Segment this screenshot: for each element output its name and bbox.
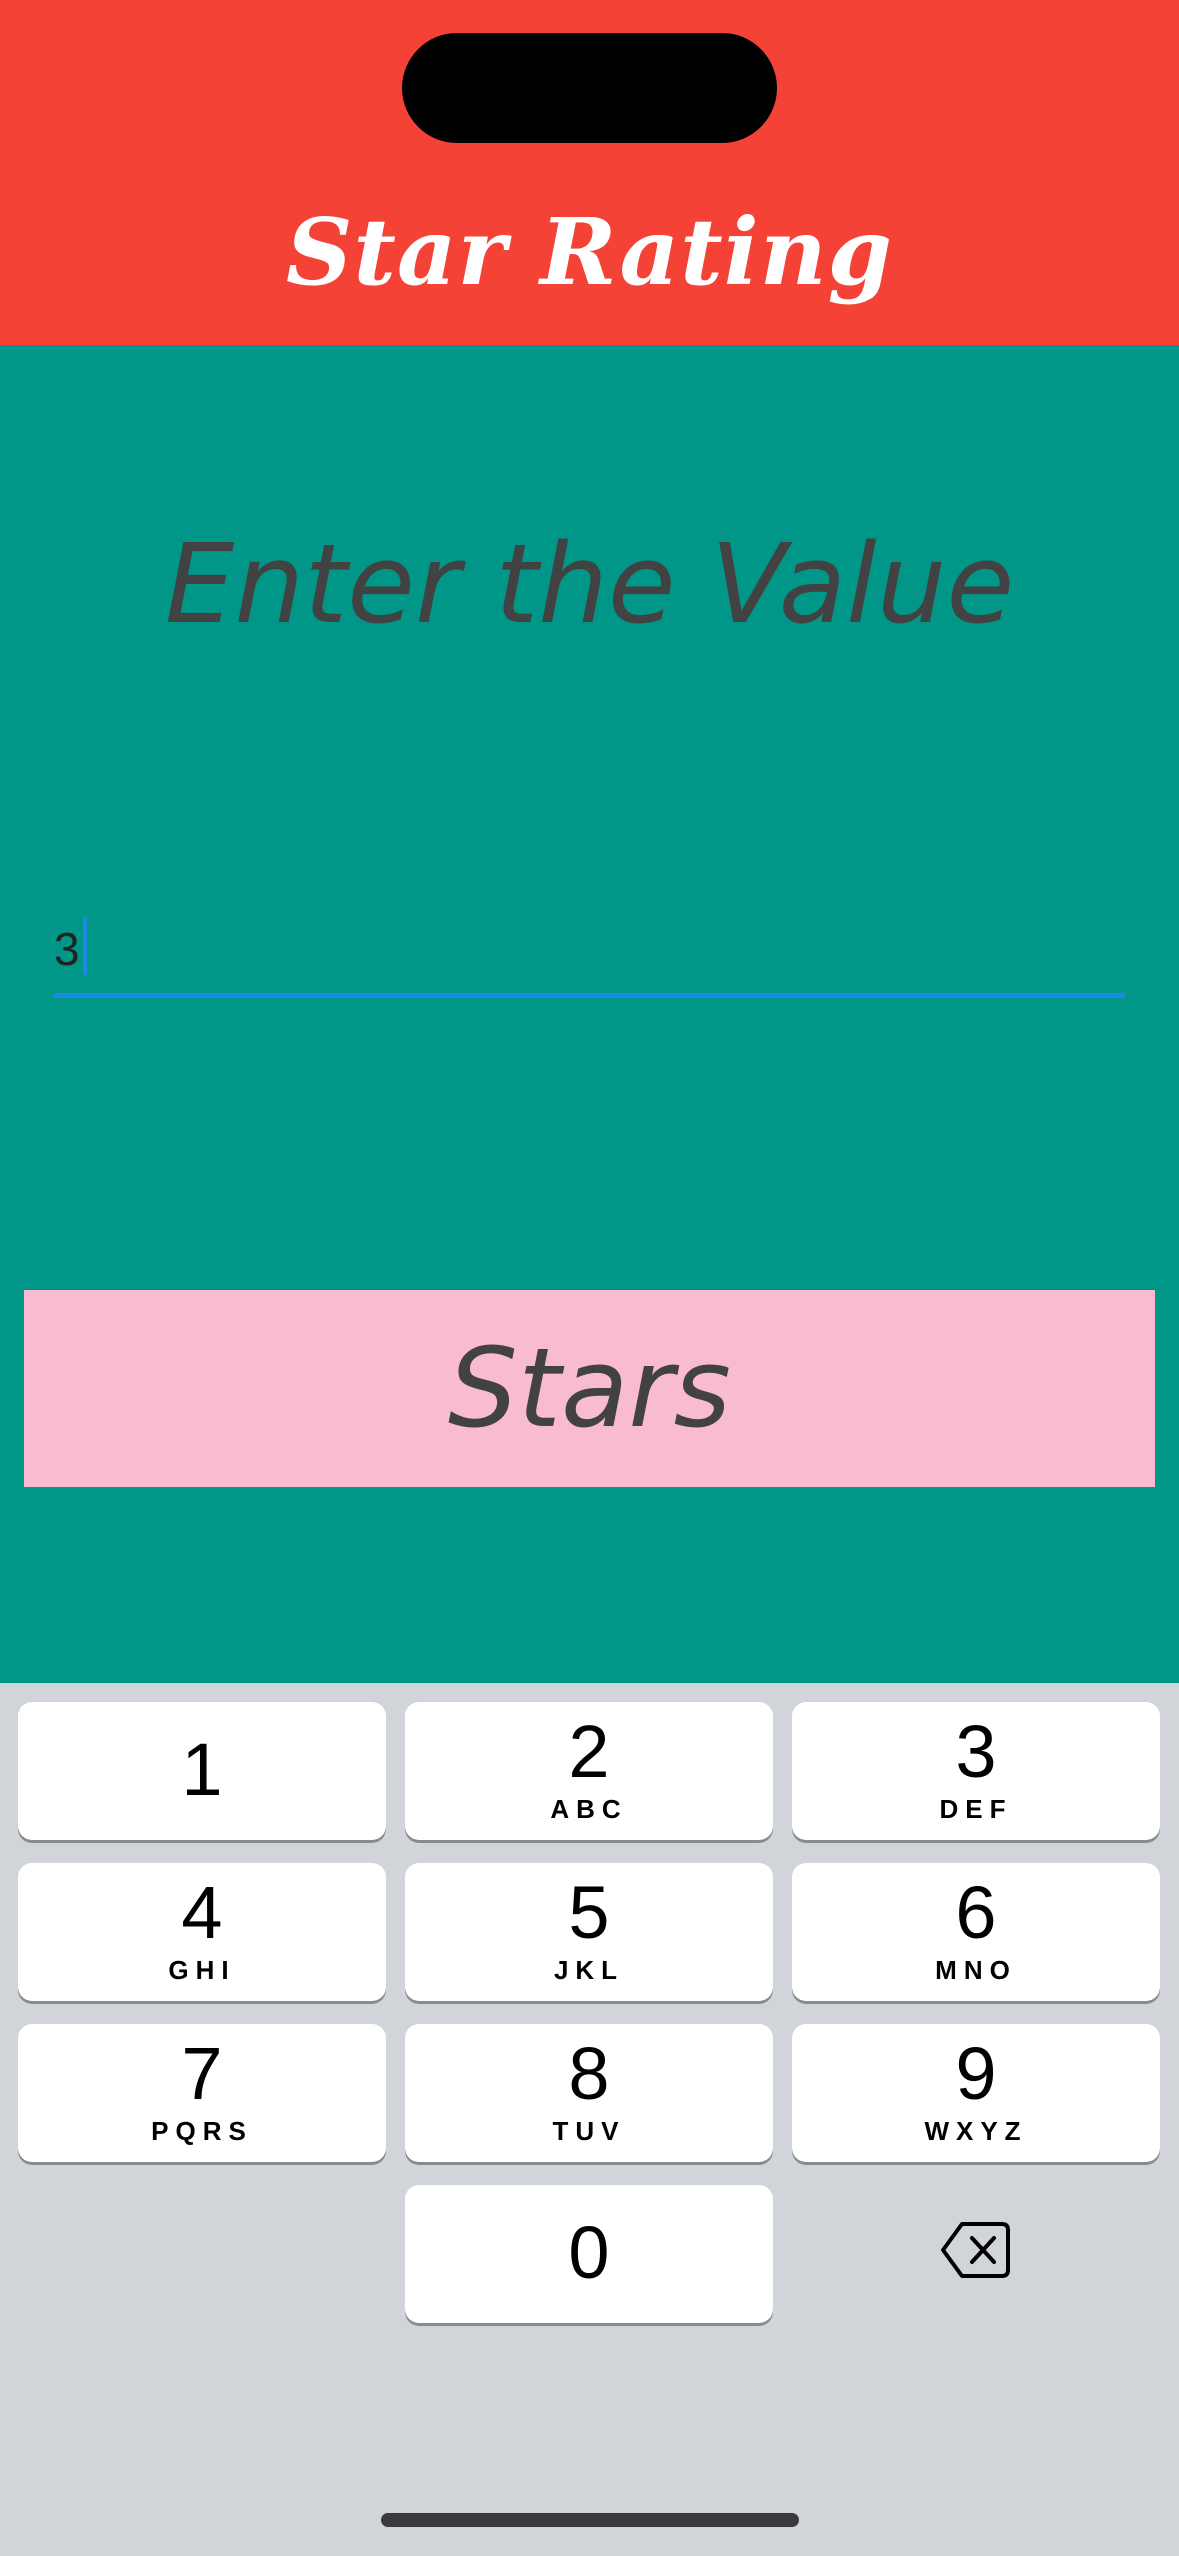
key-digit: 8: [568, 2032, 610, 2115]
numeric-keypad: 1 2 ABC 3 DEF 4 GHI 5 JKL 6 MNO 7 PQRS 8…: [0, 1683, 1179, 2556]
input-value: 3: [54, 923, 80, 975]
key-digit: 2: [568, 1710, 610, 1793]
key-letters: WXYZ: [924, 2116, 1028, 2146]
key-letters: DEF: [939, 1794, 1013, 1824]
key-digit: 7: [181, 2032, 223, 2115]
prompt-label: Enter the Value: [164, 520, 1015, 648]
key-digit: 1: [181, 1728, 223, 1811]
key-8[interactable]: 8 TUV: [405, 2024, 773, 2162]
key-letters: MNO: [935, 1955, 1017, 1985]
key-digit: 6: [955, 1871, 997, 1954]
backspace-icon: [941, 2222, 1010, 2278]
key-letters: TUV: [552, 2116, 626, 2146]
key-2[interactable]: 2 ABC: [405, 1702, 773, 1840]
main-content: Enter the Value 3 Stars: [0, 345, 1179, 1683]
key-3[interactable]: 3 DEF: [792, 1702, 1160, 1840]
key-digit: 4: [181, 1871, 223, 1954]
app-bar: Star Rating: [0, 0, 1179, 345]
key-digit: 5: [568, 1871, 610, 1954]
key-6[interactable]: 6 MNO: [792, 1863, 1160, 2001]
key-4[interactable]: 4 GHI: [18, 1863, 386, 2001]
value-input[interactable]: 3: [54, 905, 1125, 998]
key-1[interactable]: 1: [18, 1702, 386, 1840]
dynamic-island: [402, 33, 777, 143]
key-5[interactable]: 5 JKL: [405, 1863, 773, 2001]
key-letters: JKL: [553, 1955, 625, 1985]
text-cursor: [82, 917, 87, 975]
key-letters: ABC: [550, 1794, 628, 1824]
key-letters: PQRS: [151, 2116, 253, 2146]
key-9[interactable]: 9 WXYZ: [792, 2024, 1160, 2162]
delete-key[interactable]: [791, 2184, 1159, 2322]
key-digit: 0: [568, 2211, 610, 2294]
key-digit: 9: [955, 2032, 997, 2115]
app-title: Star Rating: [286, 198, 893, 306]
stars-button[interactable]: Stars: [24, 1290, 1155, 1487]
screen: Star Rating Enter the Value 3 Stars 1 2 …: [0, 0, 1179, 2556]
key-digit: 3: [955, 1710, 997, 1793]
key-0[interactable]: 0: [405, 2185, 773, 2323]
input-value-text[interactable]: 3: [54, 917, 87, 976]
home-indicator: [381, 2513, 799, 2527]
key-7[interactable]: 7 PQRS: [18, 2024, 386, 2162]
key-letters: GHI: [168, 1955, 236, 1985]
